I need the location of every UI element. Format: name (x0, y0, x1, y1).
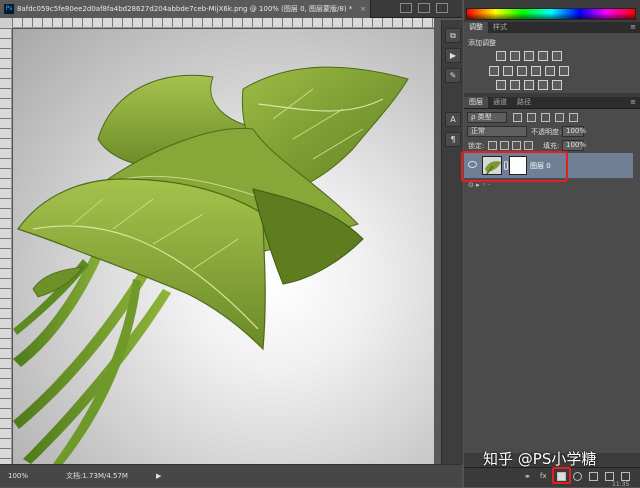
minimize-button[interactable] (400, 3, 412, 13)
window-controls (400, 3, 460, 15)
levels-icon[interactable] (510, 51, 520, 61)
threshold-icon[interactable] (524, 80, 534, 90)
color-spectrum-ramp[interactable] (466, 8, 636, 20)
tab-channels[interactable]: 通道 (488, 97, 512, 108)
photo-filter-icon[interactable] (531, 66, 541, 76)
paragraph-icon[interactable]: ¶ (445, 132, 461, 147)
layer-effects-row: ⊙ ▸ ◦ · (468, 181, 491, 189)
shape-filter-icon[interactable] (555, 113, 564, 122)
character-icon[interactable]: A (445, 112, 461, 127)
highlight-annotation-layer (461, 151, 568, 182)
gradient-map-icon[interactable] (552, 80, 562, 90)
blend-mode-select[interactable]: 正常 (467, 126, 527, 137)
tab-paths[interactable]: 路径 (512, 97, 536, 108)
hue-saturation-icon[interactable] (489, 66, 499, 76)
status-bar: 100% 文档:1.73M/4.57M ▶ (0, 464, 462, 487)
smart-object-filter-icon[interactable] (569, 113, 578, 122)
close-tab-button[interactable]: × (360, 5, 366, 13)
panel-menu-icon[interactable]: ≡ (630, 22, 636, 33)
adjustments-title: 添加调整 (468, 39, 496, 47)
lock-transparent-icon[interactable] (488, 141, 497, 150)
history-icon[interactable]: ⧉ (445, 28, 461, 43)
new-adjustment-layer-icon[interactable] (573, 472, 582, 481)
vibrance-icon[interactable] (552, 51, 562, 61)
document-tab[interactable]: Ps 8afdc059c5fe80ee2d0af8fa4bd28627d204a… (0, 0, 372, 18)
fill-label: 填充: (543, 142, 560, 150)
highlight-annotation-mask-button (552, 467, 571, 484)
actions-icon[interactable]: ▶ (445, 48, 461, 63)
tab-adjustments[interactable]: 调整 (464, 22, 488, 33)
curves-icon[interactable] (524, 51, 534, 61)
exposure-icon[interactable] (538, 51, 548, 61)
watermark: 知乎 @PS小学糖 (483, 450, 597, 468)
brush-icon[interactable]: ✎ (445, 68, 461, 83)
tab-styles[interactable]: 样式 (488, 22, 512, 33)
tab-layers[interactable]: 图层 (464, 97, 488, 108)
document-size-info: 文档:1.73M/4.57M (66, 472, 128, 480)
type-filter-icon[interactable] (541, 113, 550, 122)
photoshop-icon: Ps (4, 3, 14, 14)
layers-tab-row: 图层 通道 路径 ≡ (464, 97, 640, 109)
opacity-field[interactable]: 100% (562, 126, 586, 137)
link-layers-icon[interactable]: ⚭ (524, 472, 533, 481)
leaf-artwork (13, 66, 409, 464)
lock-label: 锁定: (468, 142, 485, 150)
color-lookup-icon[interactable] (559, 66, 569, 76)
selective-color-icon[interactable] (538, 80, 548, 90)
horizontal-ruler[interactable] (12, 18, 434, 28)
fx-icon[interactable]: fx (540, 472, 549, 481)
status-menu-arrow-icon[interactable]: ▶ (156, 472, 161, 480)
delete-layer-icon[interactable] (621, 472, 630, 481)
zoom-level-field[interactable]: 100% (8, 472, 40, 480)
layers-panel-menu-icon[interactable]: ≡ (630, 97, 636, 108)
opacity-label: 不透明度: (531, 128, 562, 136)
layer-kind-filter[interactable]: ρ 类型 (467, 112, 507, 123)
lock-all-icon[interactable] (524, 141, 533, 150)
fill-field[interactable]: 100% (562, 140, 586, 151)
adjustment-filter-icon[interactable] (527, 113, 536, 122)
invert-icon[interactable] (496, 80, 506, 90)
posterize-icon[interactable] (510, 80, 520, 90)
document-tab-bar: Ps 8afdc059c5fe80ee2d0af8fa4bd28627d204a… (0, 0, 462, 18)
color-balance-icon[interactable] (503, 66, 513, 76)
vertical-ruler[interactable] (0, 28, 12, 464)
pixel-filter-icon[interactable] (513, 113, 522, 122)
new-layer-icon[interactable] (605, 472, 614, 481)
document-canvas[interactable] (13, 29, 434, 464)
close-window-button[interactable] (436, 3, 448, 13)
channel-mixer-icon[interactable] (545, 66, 555, 76)
lock-position-icon[interactable] (512, 141, 521, 150)
document-title: 8afdc059c5fe80ee2d0af8fa4bd28627d204abbd… (17, 4, 353, 13)
brightness-contrast-icon[interactable] (496, 51, 506, 61)
ruler-origin[interactable] (0, 18, 12, 28)
black-white-icon[interactable] (517, 66, 527, 76)
maximize-button[interactable] (418, 3, 430, 13)
collapsed-panel-dock: ⧉ ▶ ✎ A ¶ (441, 20, 463, 464)
new-group-icon[interactable] (589, 472, 598, 481)
lock-pixels-icon[interactable] (500, 141, 509, 150)
